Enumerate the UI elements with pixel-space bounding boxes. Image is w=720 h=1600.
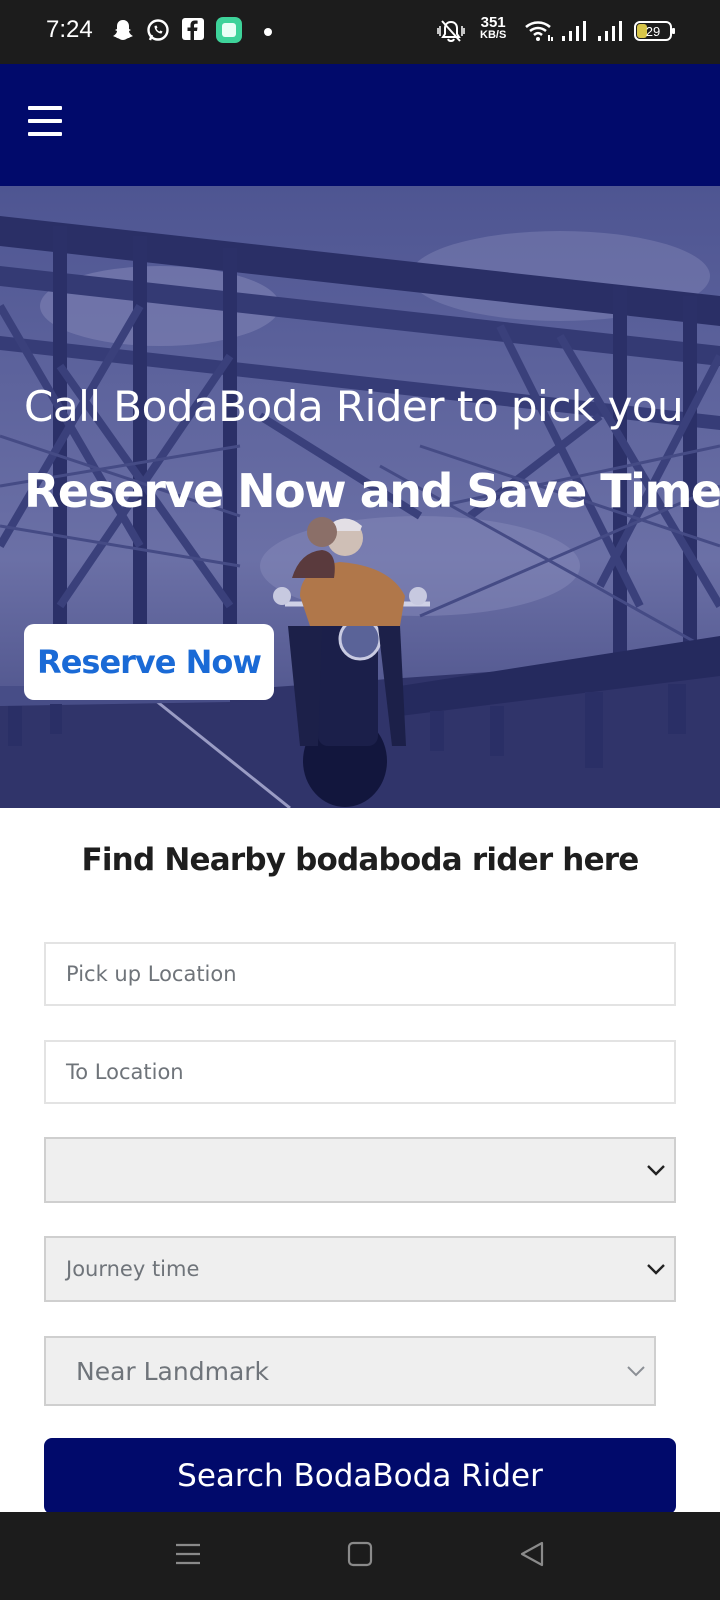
network-speed-value: 351: [480, 14, 506, 31]
battery-icon: 29: [634, 21, 675, 41]
facebook-icon: [182, 18, 204, 40]
snapchat-icon: [113, 20, 133, 40]
top-navbar: [0, 64, 720, 186]
journey-time-select[interactable]: Journey time: [44, 1236, 676, 1302]
signal-icon: [562, 21, 586, 41]
chevron-down-icon: [627, 1366, 645, 1377]
hero-subtitle: Call BodaBoda Rider to pick you: [24, 382, 684, 431]
journey-time-select-value: Journey time: [66, 1257, 200, 1281]
back-icon[interactable]: [518, 1540, 546, 1568]
status-bar: 7:24 351 KB/S 29: [0, 0, 720, 64]
reserve-now-button[interactable]: Reserve Now: [24, 624, 274, 700]
hero-banner: Call BodaBoda Rider to pick you Reserve …: [0, 186, 720, 808]
hamburger-menu-icon[interactable]: [28, 106, 62, 136]
system-nav-bar: [0, 1512, 720, 1600]
wifi-icon: [525, 21, 553, 41]
network-speed-unit: KB/S: [480, 29, 507, 41]
network-speed: 351 KB/S: [480, 14, 507, 42]
ride-option-select[interactable]: [44, 1137, 676, 1203]
near-landmark-select-value: Near Landmark: [76, 1356, 270, 1386]
finder-title: Find Nearby bodaboda rider here: [81, 842, 639, 878]
menu-icon[interactable]: [174, 1540, 202, 1568]
mute-icon: [437, 20, 465, 43]
app-icon: [216, 17, 242, 43]
pickup-location-input[interactable]: Pick up Location: [44, 942, 676, 1006]
dot-icon: [264, 28, 272, 36]
signal-icon: [598, 21, 622, 41]
whatsapp-icon: [147, 19, 169, 41]
status-time: 7:24: [46, 16, 93, 43]
near-landmark-select[interactable]: Near Landmark: [44, 1336, 656, 1406]
search-rider-button[interactable]: Search BodaBoda Rider: [44, 1438, 676, 1514]
battery-level: 29: [646, 24, 660, 39]
hero-title: Reserve Now and Save Time: [24, 464, 720, 518]
chevron-down-icon: [647, 1264, 665, 1275]
chevron-down-icon: [647, 1165, 665, 1176]
home-icon[interactable]: [346, 1540, 374, 1568]
to-location-input[interactable]: To Location: [44, 1040, 676, 1104]
